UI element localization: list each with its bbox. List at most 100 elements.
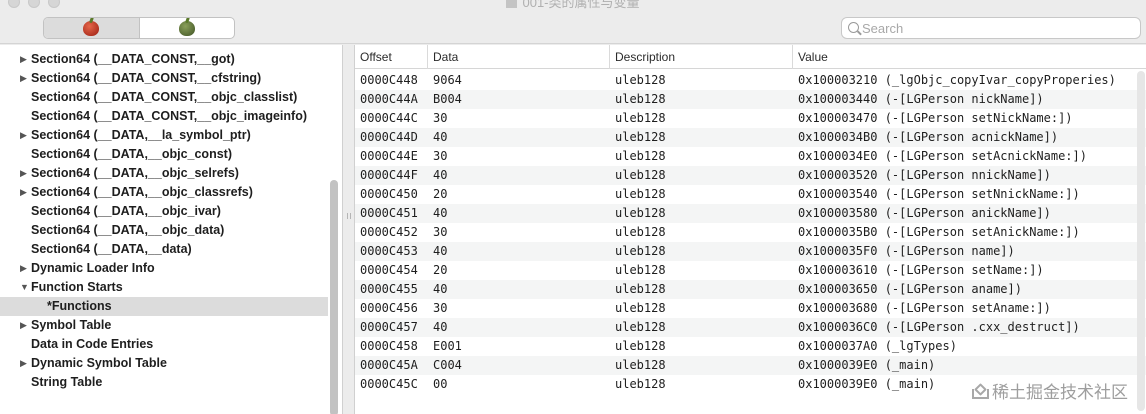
view-mode-green-button[interactable] (140, 18, 235, 38)
value-cell: 0x100003680 (-[LGPerson setAname:]) (798, 301, 1051, 315)
search-icon (848, 22, 859, 33)
sidebar-scrollbar[interactable] (330, 180, 338, 414)
value-cell: 0x1000034E0 (-[LGPerson setAcnickName:]) (798, 149, 1087, 163)
disclosure-collapsed-icon[interactable]: ▶ (20, 164, 30, 183)
sidebar-item-label: *Functions (47, 299, 112, 313)
data-cell: 9064 (433, 73, 462, 87)
disclosure-collapsed-icon[interactable]: ▶ (20, 183, 30, 202)
column-header-data[interactable]: Data (428, 45, 610, 69)
offset-cell: 0000C44F (360, 168, 418, 182)
disclosure-expanded-icon[interactable]: ▼ (20, 278, 30, 297)
sidebar-item[interactable]: ▶ Section64 (__DATA_CONST,__got) (0, 50, 328, 69)
data-cell: 30 (433, 225, 448, 239)
window-title: 001-类的属性与变量 (0, 0, 1146, 10)
disclosure-collapsed-icon[interactable]: ▶ (20, 50, 30, 69)
sidebar-item[interactable]: ▶ Dynamic Loader Info (0, 259, 328, 278)
sidebar-item[interactable]: ▶ Section64 (__DATA,__objc_selrefs) (0, 164, 328, 183)
watermark-text: 稀土掘金技术社区 (992, 383, 1128, 402)
table-row[interactable]: 0000C451 40 uleb128 0x100003580 (-[LGPerson… (355, 204, 1146, 223)
divider-grip-icon (347, 213, 351, 219)
data-cell: 40 (433, 244, 448, 258)
sidebar-item-label: String Table (31, 375, 103, 389)
table-row[interactable]: 0000C450 20 uleb128 0x100003540 (-[LGPerson… (355, 185, 1146, 204)
disclosure-collapsed-icon[interactable]: ▶ (20, 69, 30, 88)
description-cell: uleb128 (615, 263, 666, 277)
table-row[interactable]: 0000C44D 40 uleb128 0x1000034B0 (-[LGPerson… (355, 128, 1146, 147)
value-cell: 0x1000035F0 (-[LGPerson name]) (798, 244, 1015, 258)
sidebar-item-label: Section64 (__DATA_CONST,__got) (31, 52, 235, 66)
data-cell: 00 (433, 377, 448, 391)
data-cell: 40 (433, 206, 448, 220)
disclosure-collapsed-icon[interactable]: ▶ (20, 259, 30, 278)
table-row[interactable]: 0000C44E 30 uleb128 0x1000034E0 (-[LGPerson… (355, 147, 1146, 166)
sidebar-item-label: Section64 (__DATA,__la_symbol_ptr) (31, 128, 251, 142)
offset-cell: 0000C453 (360, 244, 418, 258)
value-cell: 0x1000037A0 (_lgTypes) (798, 339, 957, 353)
sidebar-item[interactable]: ▶ Section64 (__DATA,__la_symbol_ptr) (0, 126, 328, 145)
table-row[interactable]: 0000C455 40 uleb128 0x100003650 (-[LGPerson… (355, 280, 1146, 299)
offset-cell: 0000C44D (360, 130, 418, 144)
description-cell: uleb128 (615, 149, 666, 163)
window-title-text: 001-类的属性与变量 (522, 0, 640, 10)
sidebar-item-label: Dynamic Symbol Table (31, 356, 167, 370)
value-cell: 0x1000034B0 (-[LGPerson acnickName]) (798, 130, 1059, 144)
table-row[interactable]: 0000C453 40 uleb128 0x1000035F0 (-[LGPerson… (355, 242, 1146, 261)
green-apple-icon (178, 21, 195, 36)
search-field[interactable] (841, 17, 1141, 39)
data-cell: 30 (433, 111, 448, 125)
description-cell: uleb128 (615, 358, 666, 372)
table-row[interactable]: 0000C44F 40 uleb128 0x100003520 (-[LGPerson… (355, 166, 1146, 185)
sidebar-item[interactable]: Section64 (__DATA,__objc_const) (0, 145, 328, 164)
sidebar-item-label: Section64 (__DATA,__objc_ivar) (31, 204, 221, 218)
table-row[interactable]: 0000C456 30 uleb128 0x100003680 (-[LGPerson… (355, 299, 1146, 318)
sidebar-item[interactable]: ▶ Dynamic Symbol Table (0, 354, 328, 373)
sidebar-item-label: Section64 (__DATA,__objc_selrefs) (31, 166, 239, 180)
data-cell: 40 (433, 130, 448, 144)
split-view-divider[interactable] (344, 45, 354, 414)
description-cell: uleb128 (615, 377, 666, 391)
sidebar-item[interactable]: Data in Code Entries (0, 335, 328, 354)
data-cell: B004 (433, 92, 462, 106)
sidebar-item[interactable]: Section64 (__DATA,__objc_data) (0, 221, 328, 240)
view-segmented-control (43, 17, 235, 39)
sidebar-item[interactable]: ▶ Section64 (__DATA_CONST,__cfstring) (0, 69, 328, 88)
value-cell: 0x100003520 (-[LGPerson nnickName]) (798, 168, 1051, 182)
table-row[interactable]: 0000C454 20 uleb128 0x100003610 (-[LGPerson… (355, 261, 1146, 280)
document-icon (506, 0, 518, 8)
table-row[interactable]: 0000C45A C004 uleb128 0x1000039E0 (_main) (355, 356, 1146, 375)
offset-cell: 0000C458 (360, 339, 418, 353)
table-row[interactable]: 0000C44C 30 uleb128 0x100003470 (-[LGPerson… (355, 109, 1146, 128)
search-input[interactable] (862, 18, 1132, 38)
sidebar-item[interactable]: ▶ Section64 (__DATA,__objc_classrefs) (0, 183, 328, 202)
window-titlebar: 001-类的属性与变量 (0, 0, 1146, 44)
table-row[interactable]: 0000C452 30 uleb128 0x1000035B0 (-[LGPerson… (355, 223, 1146, 242)
sidebar-item-label: Section64 (__DATA_CONST,__objc_classlist… (31, 90, 298, 104)
table-row[interactable]: 0000C458 E001 uleb128 0x1000037A0 (_lgTypes… (355, 337, 1146, 356)
sidebar-item[interactable]: String Table (0, 373, 328, 392)
data-cell: 40 (433, 320, 448, 334)
sidebar-item[interactable]: *Functions (0, 297, 328, 316)
sidebar-item[interactable]: Section64 (__DATA,__data) (0, 240, 328, 259)
sidebar-item[interactable]: ▼ Function Starts (0, 278, 328, 297)
column-header-value[interactable]: Value (793, 45, 1146, 69)
table-row[interactable]: 0000C44A B004 uleb128 0x100003440 (-[LGPers… (355, 90, 1146, 109)
table-scrollbar[interactable] (1137, 71, 1145, 411)
disclosure-collapsed-icon[interactable]: ▶ (20, 316, 30, 335)
disclosure-collapsed-icon[interactable]: ▶ (20, 354, 30, 373)
sidebar-item[interactable]: ▶ Symbol Table (0, 316, 328, 335)
table-row[interactable]: 0000C448 9064 uleb128 0x100003210 (_lgObjc_… (355, 71, 1146, 90)
view-mode-red-button[interactable] (44, 18, 140, 38)
sidebar-item[interactable]: Section64 (__DATA_CONST,__objc_imageinfo… (0, 107, 328, 126)
sidebar-item[interactable]: Section64 (__DATA,__objc_ivar) (0, 202, 328, 221)
column-header-description[interactable]: Description (610, 45, 793, 69)
value-cell: 0x1000039E0 (_main) (798, 377, 936, 391)
description-cell: uleb128 (615, 92, 666, 106)
column-header-offset[interactable]: Offset (355, 45, 428, 69)
offset-cell: 0000C455 (360, 282, 418, 296)
disclosure-collapsed-icon[interactable]: ▶ (20, 126, 30, 145)
sidebar-item-label: Section64 (__DATA_CONST,__cfstring) (31, 71, 262, 85)
description-cell: uleb128 (615, 320, 666, 334)
sidebar-item[interactable]: Section64 (__DATA_CONST,__objc_classlist… (0, 88, 328, 107)
value-cell: 0x1000035B0 (-[LGPerson setAnickName:]) (798, 225, 1080, 239)
table-row[interactable]: 0000C457 40 uleb128 0x1000036C0 (-[LGPerson… (355, 318, 1146, 337)
